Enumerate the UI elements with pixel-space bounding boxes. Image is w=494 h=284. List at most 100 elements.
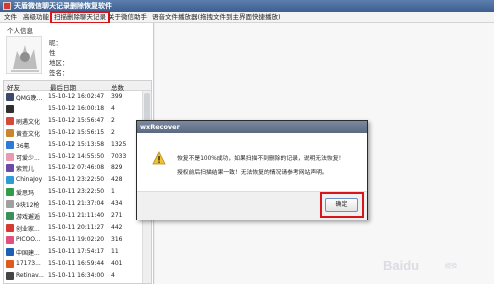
list-header: 好友 最后日期 总数	[4, 81, 151, 92]
last-date: 15-10-11 23:22:50	[48, 176, 105, 184]
last-date: 15-10-12 15:56:47	[48, 116, 105, 124]
last-date: 15-10-11 20:11:27	[48, 223, 105, 231]
friend-name: 游戏邂逅	[16, 214, 41, 221]
message-count: 4	[111, 271, 115, 279]
menu-file[interactable]: 文件	[4, 13, 17, 22]
last-date: 15-10-12 16:02:47	[48, 93, 105, 100]
baidu-watermark: Baidu 经验	[383, 258, 489, 278]
friend-name: 爱思玛	[16, 190, 35, 198]
friend-avatar-icon	[6, 200, 14, 209]
list-item[interactable]: 36氪 15-10-12 15:13:58 1325	[4, 140, 140, 151]
friend-name: 刷遇文化	[16, 118, 41, 126]
list-item[interactable]: 创业家... 15-10-11 20:11:27 442	[4, 223, 140, 234]
avatar	[6, 36, 42, 74]
menu-about[interactable]: 关于微信助手	[108, 13, 147, 22]
friend-avatar-icon	[6, 259, 14, 268]
last-date: 15-10-12 07:46:08	[48, 164, 105, 172]
last-date: 15-10-11 16:59:44	[48, 259, 105, 267]
message-count: 11	[111, 247, 119, 255]
list-item[interactable]: ChinaJoy 15-10-11 23:22:50 428	[4, 175, 140, 186]
last-date: 15-10-11 17:54:17	[48, 247, 105, 255]
message-count: 401	[111, 259, 123, 267]
message-count: 271	[111, 212, 123, 219]
friend-avatar-icon	[6, 116, 14, 125]
message-count: 2	[111, 128, 115, 136]
friend-name: 36氪	[16, 142, 30, 150]
friend-name: Retinav...	[16, 271, 44, 279]
warning-icon	[152, 151, 166, 165]
list-item[interactable]: 15-10-12 16:00:18 4	[4, 104, 140, 115]
friend-name: PICOO...	[16, 235, 41, 243]
friend-name: 黄查文化	[16, 130, 41, 138]
profile-field-region: 地区：	[49, 59, 69, 67]
watermark-sub: 经验	[445, 263, 458, 270]
header-total[interactable]: 总数	[111, 82, 124, 92]
message-count: 399	[111, 93, 123, 100]
list-item[interactable]: Retinav... 15-10-11 16:34:00 4	[4, 271, 140, 282]
friend-avatar-icon	[6, 176, 14, 185]
list-item[interactable]: 爱思玛 15-10-11 23:22:50 1	[4, 187, 140, 198]
list-item[interactable]: 17173... 15-10-11 16:59:44 401	[4, 259, 140, 270]
list-item[interactable]: 可爱少... 15-10-12 14:55:50 7033	[4, 152, 140, 163]
list-item[interactable]: 紫荒儿 15-10-12 07:46:08 829	[4, 163, 140, 174]
watermark-text: Baidu	[383, 258, 420, 273]
dialog-message-line1: 恢复不是100%成功，如果扫描不到删除的记录，说明无法恢复！	[177, 156, 345, 162]
recover-dialog: wxRecover 恢复不是100%成功，如果扫描不到删除的记录，说明无法恢复！…	[136, 120, 368, 220]
profile-field-signature: 签名：	[49, 69, 69, 77]
last-date: 15-10-11 16:34:00	[48, 271, 105, 279]
friend-avatar-icon	[6, 212, 14, 220]
friend-name: 可爱少...	[16, 154, 40, 162]
header-last-date[interactable]: 最后日期	[50, 82, 76, 92]
message-count: 428	[111, 176, 123, 184]
profile-field-nickname: 昵：	[49, 39, 62, 47]
friend-name: 9块12枪	[16, 202, 40, 210]
friend-name: 创业家...	[16, 225, 40, 233]
left-panel: 个人信息 昵： 性 地区： 签名： 好友 最后日期 总数 QMG晚... 15-1…	[0, 23, 154, 284]
friend-name: ChinaJoy	[16, 176, 43, 184]
friend-avatar-icon	[6, 104, 14, 113]
message-count: 316	[111, 235, 123, 243]
list-item[interactable]: 黄查文化 15-10-12 15:56:15 2	[4, 128, 140, 139]
menu-advanced[interactable]: 高级功能	[23, 13, 49, 22]
message-count: 434	[111, 200, 123, 208]
list-item[interactable]: QMG晚... 15-10-12 16:02:47 399	[4, 92, 140, 103]
friend-avatar-icon	[6, 271, 14, 280]
message-count: 7033	[111, 152, 127, 160]
friend-avatar-icon	[6, 164, 14, 173]
last-date: 15-10-11 21:11:40	[48, 212, 105, 219]
last-date: 15-10-11 21:37:04	[48, 200, 105, 208]
friend-name: 紫荒儿	[16, 166, 35, 174]
message-count: 1	[111, 188, 115, 196]
message-count: 4	[111, 104, 115, 112]
friend-name: 中国建...	[16, 249, 40, 257]
friend-avatar-icon	[6, 128, 14, 137]
dialog-message-line2: 授权前后扫描结果一致！无法恢复的情况请参考网站声明。	[177, 170, 328, 176]
message-count: 2	[111, 116, 115, 124]
message-count: 829	[111, 164, 123, 172]
menu-voice-player[interactable]: 语音文件播放器(拖拽文件到主界面快捷播放)	[152, 13, 281, 22]
list-item[interactable]: 9块12枪 15-10-11 21:37:04 434	[4, 199, 140, 210]
list-item[interactable]: PICOO... 15-10-11 19:02:20 316	[4, 235, 140, 246]
last-date: 15-10-12 15:56:15	[48, 128, 105, 136]
menu-bar: 文件 高级功能 扫描删除聊天记录 关于微信助手 语音文件播放器(拖拽文件到主界面…	[0, 11, 494, 24]
last-date: 15-10-11 19:02:20	[48, 235, 105, 243]
last-date: 15-10-12 15:13:58	[48, 140, 105, 148]
list-item[interactable]: 中国建... 15-10-11 17:54:17 11	[4, 247, 140, 258]
header-friend[interactable]: 好友	[7, 82, 20, 92]
list-item[interactable]: 游戏邂逅 15-10-11 21:11:40 271	[4, 211, 140, 222]
friend-avatar-icon	[6, 223, 14, 232]
ok-button[interactable]: 确定	[325, 198, 358, 212]
friend-name: 17173...	[16, 259, 41, 267]
friend-avatar-icon	[6, 247, 14, 256]
avatar-image	[7, 37, 41, 73]
list-item[interactable]: 刷遇文化 15-10-12 15:56:47 2	[4, 116, 140, 127]
profile-field-gender: 性	[49, 49, 56, 57]
friend-avatar-icon	[6, 140, 14, 149]
profile-section-title: 个人信息	[7, 27, 33, 35]
friend-avatar-icon	[6, 152, 14, 161]
last-date: 15-10-12 16:00:18	[48, 104, 105, 112]
app-icon	[3, 2, 11, 10]
window-title: 天盾微信聊天记录删除恢复软件	[14, 2, 112, 10]
ok-button-highlight: 确定	[320, 192, 364, 218]
message-count: 442	[111, 223, 123, 231]
